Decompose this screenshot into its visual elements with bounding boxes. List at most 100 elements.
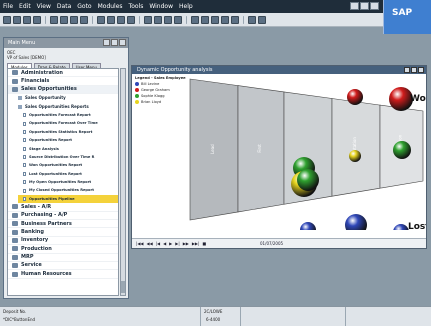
gross-profit-icon[interactable] xyxy=(231,15,239,24)
play-icon[interactable]: ▶ xyxy=(169,241,172,246)
module-label: Production xyxy=(21,245,52,252)
funnel-stage-label: First xyxy=(257,144,262,153)
legend-color-dot xyxy=(135,82,139,86)
minimize-icon[interactable] xyxy=(350,2,359,10)
settings-icon[interactable] xyxy=(248,15,256,24)
module-label: Administration xyxy=(21,69,63,76)
module-item[interactable]: Sales Opportunities xyxy=(8,85,118,95)
find-icon[interactable] xyxy=(117,15,125,24)
menu-data[interactable]: Data xyxy=(57,0,71,13)
playback-controls: |◀◀ ◀◀ |◀ ◀ ▶ ▶| ▶▶ ▶▶| ■ 01/07/2005 xyxy=(132,238,426,248)
won-label: Won xyxy=(410,94,426,104)
fast-forward-icon[interactable]: ▶▶ xyxy=(183,241,189,246)
module-item[interactable]: Human Resources xyxy=(8,270,118,279)
opportunity-sphere xyxy=(393,224,409,230)
menu-help[interactable]: Help xyxy=(179,0,193,13)
module-label: Business Partners xyxy=(21,220,72,227)
back-icon[interactable]: ◀ xyxy=(163,241,166,246)
minimize-icon[interactable] xyxy=(404,67,410,73)
toolbar-separator xyxy=(92,15,93,24)
preview-icon[interactable] xyxy=(50,15,58,24)
stop-icon[interactable]: ■ xyxy=(202,241,206,246)
funnel-stage-label: Lead xyxy=(210,144,215,154)
menu-edit[interactable]: Edit xyxy=(19,0,31,13)
close-icon[interactable] xyxy=(119,39,126,46)
scrollbar-thumb[interactable] xyxy=(121,281,125,293)
opportunity-sphere xyxy=(347,89,363,105)
report-item[interactable]: Won Opportunities Report xyxy=(8,161,118,169)
sub-item-sales-opportunity[interactable]: Sales Opportunity xyxy=(8,94,118,102)
report-item[interactable]: Source Distribution Over Time R xyxy=(8,153,118,161)
module-icon xyxy=(12,204,18,210)
report-item[interactable]: Lost Opportunities Report xyxy=(8,170,118,178)
restore-icon[interactable] xyxy=(360,2,369,10)
menu-file[interactable]: File xyxy=(3,0,13,13)
menu-view[interactable]: View xyxy=(37,0,51,13)
next-record-icon[interactable] xyxy=(164,15,172,24)
open-icon[interactable] xyxy=(13,15,21,24)
menu-modules[interactable]: Modules xyxy=(98,0,123,13)
main-menu-window: Main Menu OEC VP of Sales [DEMO] Modules… xyxy=(3,37,129,299)
last-record-icon[interactable] xyxy=(174,15,182,24)
report-item[interactable]: Opportunities Statistics Report xyxy=(8,128,118,136)
first-record-icon[interactable] xyxy=(144,15,152,24)
base-document-icon[interactable] xyxy=(211,15,219,24)
step-forward-icon[interactable]: ▶| xyxy=(175,241,179,246)
sub-item-opportunity-reports[interactable]: Sales Opportunities Reports xyxy=(8,103,118,111)
first-frame-icon[interactable]: |◀◀ xyxy=(136,241,144,246)
export-excel-icon[interactable] xyxy=(97,15,105,24)
report-label: Opportunities Statistics Report xyxy=(29,129,93,134)
report-item[interactable]: Opportunities Report xyxy=(8,136,118,144)
folder-icon xyxy=(18,96,22,101)
maximize-icon[interactable] xyxy=(411,67,417,73)
analysis-window-controls xyxy=(404,67,424,73)
target-document-icon[interactable] xyxy=(221,15,229,24)
report-item[interactable]: My Open Opportunities Report xyxy=(8,178,118,186)
report-icon xyxy=(23,188,26,193)
toolbar xyxy=(0,13,383,27)
step-back-icon[interactable]: |◀ xyxy=(156,241,160,246)
main-menu-title-bar[interactable]: Main Menu xyxy=(4,38,128,48)
save-icon[interactable] xyxy=(23,15,31,24)
menu-tools[interactable]: Tools xyxy=(129,0,144,13)
module-label: Inventory xyxy=(21,237,49,244)
new-document-icon[interactable] xyxy=(3,15,11,24)
fax-icon[interactable] xyxy=(80,15,88,24)
legend-label: George Graham xyxy=(141,88,170,92)
company-info: OEC VP of Sales [DEMO] xyxy=(4,48,128,63)
report-item[interactable]: Stage Analysis xyxy=(8,145,118,153)
menu-window[interactable]: Window xyxy=(149,0,173,13)
sms-icon[interactable] xyxy=(70,15,78,24)
print-icon[interactable] xyxy=(33,15,41,24)
legend-color-dot xyxy=(135,94,139,98)
help-icon[interactable] xyxy=(258,15,266,24)
module-tree-scrollbar[interactable] xyxy=(120,68,126,296)
module-label: Human Resources xyxy=(21,270,72,277)
maximize-icon[interactable] xyxy=(111,39,118,46)
close-icon[interactable] xyxy=(418,67,424,73)
report-item[interactable]: Opportunities Forecast Over Time xyxy=(8,119,118,127)
sort-icon[interactable] xyxy=(201,15,209,24)
export-word-icon[interactable] xyxy=(107,15,115,24)
status-message: *DIC*ButtonEnd xyxy=(3,317,36,322)
menu-goto[interactable]: Goto xyxy=(77,0,91,13)
filter-icon[interactable] xyxy=(191,15,199,24)
minimize-icon[interactable] xyxy=(103,39,110,46)
report-icon xyxy=(23,146,26,151)
last-frame-icon[interactable]: ▶▶| xyxy=(192,241,200,246)
report-item[interactable]: Opportunities Forecast Report xyxy=(8,111,118,119)
analysis-title-bar[interactable]: Dynamic Opportunity analysis xyxy=(132,66,426,74)
report-icon xyxy=(23,180,26,185)
previous-record-icon[interactable] xyxy=(154,15,162,24)
module-icon xyxy=(12,86,18,92)
report-label: My Closed Opportunities Report xyxy=(29,188,94,193)
add-icon[interactable] xyxy=(127,15,135,24)
report-icon xyxy=(23,113,26,118)
report-item[interactable]: My Closed Opportunities Report xyxy=(8,186,118,194)
rewind-icon[interactable]: ◀◀ xyxy=(147,241,153,246)
module-label: Purchasing - A/P xyxy=(21,212,68,219)
email-icon[interactable] xyxy=(60,15,68,24)
module-label: Banking xyxy=(21,228,44,235)
status-version: 6-4400 xyxy=(206,317,221,322)
close-icon[interactable] xyxy=(370,2,379,10)
